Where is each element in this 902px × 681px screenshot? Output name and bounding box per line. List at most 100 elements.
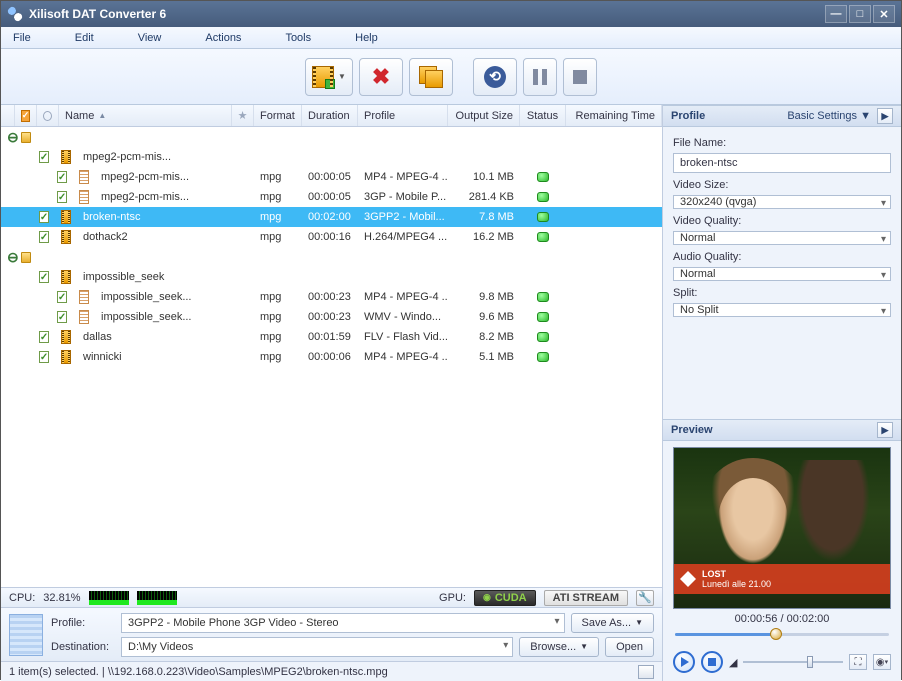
add-file-button[interactable]: ▼: [305, 58, 353, 96]
table-row[interactable]: ✓impossible_seek...mpg00:00:23MP4 - MPEG…: [1, 287, 662, 307]
table-row[interactable]: ✓winnickimpg00:00:06MP4 - MPEG-4 ...5.1 …: [1, 347, 662, 367]
remove-button[interactable]: ✖: [359, 58, 403, 96]
stop-button[interactable]: [563, 58, 597, 96]
col-output-size[interactable]: Output Size: [448, 105, 520, 126]
tree-expander[interactable]: [1, 227, 15, 247]
tree-expander[interactable]: ⊖: [1, 247, 15, 267]
settings-button[interactable]: 🔧: [636, 590, 654, 606]
row-checkbox[interactable]: [15, 247, 37, 267]
split-select[interactable]: No Split: [673, 303, 891, 317]
film-icon: [312, 66, 334, 88]
tree-expander[interactable]: [1, 307, 15, 327]
destination-select[interactable]: D:\My Videos: [121, 637, 513, 657]
menu-file[interactable]: File: [13, 32, 31, 44]
row-checkbox[interactable]: ✓: [51, 187, 73, 207]
panel-expand-button[interactable]: ▶: [877, 108, 893, 124]
basic-settings-link[interactable]: Basic Settings ▼: [787, 110, 871, 122]
multi-film-icon: [419, 66, 443, 88]
open-button[interactable]: Open: [605, 637, 654, 657]
stop-icon: [708, 658, 716, 666]
col-name[interactable]: Name▲: [59, 105, 232, 126]
row-checkbox[interactable]: ✓: [33, 327, 55, 347]
status-ok-icon: [537, 232, 549, 242]
menu-tools[interactable]: Tools: [285, 32, 311, 44]
table-row[interactable]: ✓dallasmpg00:01:59FLV - Flash Vid...8.2 …: [1, 327, 662, 347]
ati-badge[interactable]: ATI STREAM: [544, 590, 628, 606]
play-button[interactable]: [673, 651, 695, 673]
table-row[interactable]: ✓mpeg2-pcm-mis...mpg00:00:053GP - Mobile…: [1, 187, 662, 207]
menu-help[interactable]: Help: [355, 32, 378, 44]
tree-expander[interactable]: ⊖: [1, 127, 15, 147]
tree-expander[interactable]: [1, 267, 15, 287]
snapshot-button[interactable]: ◉▾: [873, 654, 891, 670]
row-checkbox[interactable]: ✓: [33, 207, 55, 227]
table-row[interactable]: ✓impossible_seek: [1, 267, 662, 287]
stop-playback-button[interactable]: [701, 651, 723, 673]
file-list[interactable]: ⊖✓mpeg2-pcm-mis...✓mpeg2-pcm-mis...mpg00…: [1, 127, 662, 587]
row-checkbox[interactable]: ✓: [33, 147, 55, 167]
seek-slider[interactable]: [675, 629, 889, 639]
maximize-button[interactable]: □: [849, 5, 871, 23]
add-profile-button[interactable]: [409, 58, 453, 96]
col-status[interactable]: Status: [520, 105, 566, 126]
row-checkbox[interactable]: ✓: [51, 287, 73, 307]
convert-button[interactable]: ⟲: [473, 58, 517, 96]
row-checkbox[interactable]: ✓: [51, 167, 73, 187]
tree-expander[interactable]: [1, 147, 15, 167]
profile-select[interactable]: 3GPP2 - Mobile Phone 3GP Video - Stereo: [121, 613, 565, 633]
video-icon: [61, 230, 71, 244]
row-status: [520, 187, 566, 207]
tree-expander[interactable]: [1, 167, 15, 187]
row-checkbox[interactable]: ✓: [33, 227, 55, 247]
volume-slider[interactable]: [743, 658, 843, 666]
col-star[interactable]: ★: [232, 105, 254, 126]
col-remaining[interactable]: Remaining Time: [566, 105, 662, 126]
volume-icon[interactable]: ◢: [729, 656, 737, 669]
column-header: ✓ Name▲ ★ Format Duration Profile Output…: [1, 105, 662, 127]
row-format: mpg: [254, 207, 302, 227]
table-row[interactable]: ⊖: [1, 247, 662, 267]
tree-expander[interactable]: [1, 287, 15, 307]
table-row[interactable]: ✓impossible_seek...mpg00:00:23WMV - Wind…: [1, 307, 662, 327]
filename-input[interactable]: broken-ntsc: [673, 153, 891, 173]
menu-view[interactable]: View: [138, 32, 162, 44]
menu-actions[interactable]: Actions: [205, 32, 241, 44]
tree-expander[interactable]: [1, 207, 15, 227]
preview-video[interactable]: LOST Lunedì alle 21.00: [673, 447, 891, 609]
pause-button[interactable]: [523, 58, 557, 96]
list-view-icon[interactable]: [638, 665, 654, 679]
col-type[interactable]: [37, 105, 59, 126]
audioquality-select[interactable]: Normal: [673, 267, 891, 281]
col-format[interactable]: Format: [254, 105, 302, 126]
browse-button[interactable]: Browse...▼: [519, 637, 599, 657]
row-checkbox[interactable]: [15, 127, 37, 147]
col-duration[interactable]: Duration: [302, 105, 358, 126]
videoquality-select[interactable]: Normal: [673, 231, 891, 245]
row-checkbox[interactable]: ✓: [33, 347, 55, 367]
fullscreen-button[interactable]: ⛶: [849, 654, 867, 670]
table-row[interactable]: ✓mpeg2-pcm-mis...mpg00:00:05MP4 - MPEG-4…: [1, 167, 662, 187]
save-as-button[interactable]: Save As...▼: [571, 613, 654, 633]
close-button[interactable]: ✕: [873, 5, 895, 23]
tree-expander[interactable]: [1, 187, 15, 207]
col-check[interactable]: ✓: [15, 105, 37, 126]
row-checkbox[interactable]: ✓: [51, 307, 73, 327]
cuda-badge[interactable]: ◉ CUDA: [474, 590, 536, 606]
minimize-button[interactable]: —: [825, 5, 847, 23]
titlebar: Xilisoft DAT Converter 6 — □ ✕: [1, 1, 901, 27]
table-row[interactable]: ✓mpeg2-pcm-mis...: [1, 147, 662, 167]
menu-edit[interactable]: Edit: [75, 32, 94, 44]
wrench-icon: 🔧: [638, 591, 652, 604]
stop-icon: [573, 70, 587, 84]
cpu-value: 32.81%: [43, 592, 80, 604]
table-row[interactable]: ⊖: [1, 127, 662, 147]
table-row[interactable]: ✓dothack2mpg00:00:16H.264/MPEG4 ...16.2 …: [1, 227, 662, 247]
col-profile[interactable]: Profile: [358, 105, 448, 126]
preview-expand-button[interactable]: ▶: [877, 422, 893, 438]
tree-expander[interactable]: [1, 347, 15, 367]
table-row[interactable]: ✓broken-ntscmpg00:02:003GPP2 - Mobil...7…: [1, 207, 662, 227]
video-icon: [61, 150, 71, 164]
videosize-select[interactable]: 320x240 (qvga): [673, 195, 891, 209]
tree-expander[interactable]: [1, 327, 15, 347]
row-checkbox[interactable]: ✓: [33, 267, 55, 287]
